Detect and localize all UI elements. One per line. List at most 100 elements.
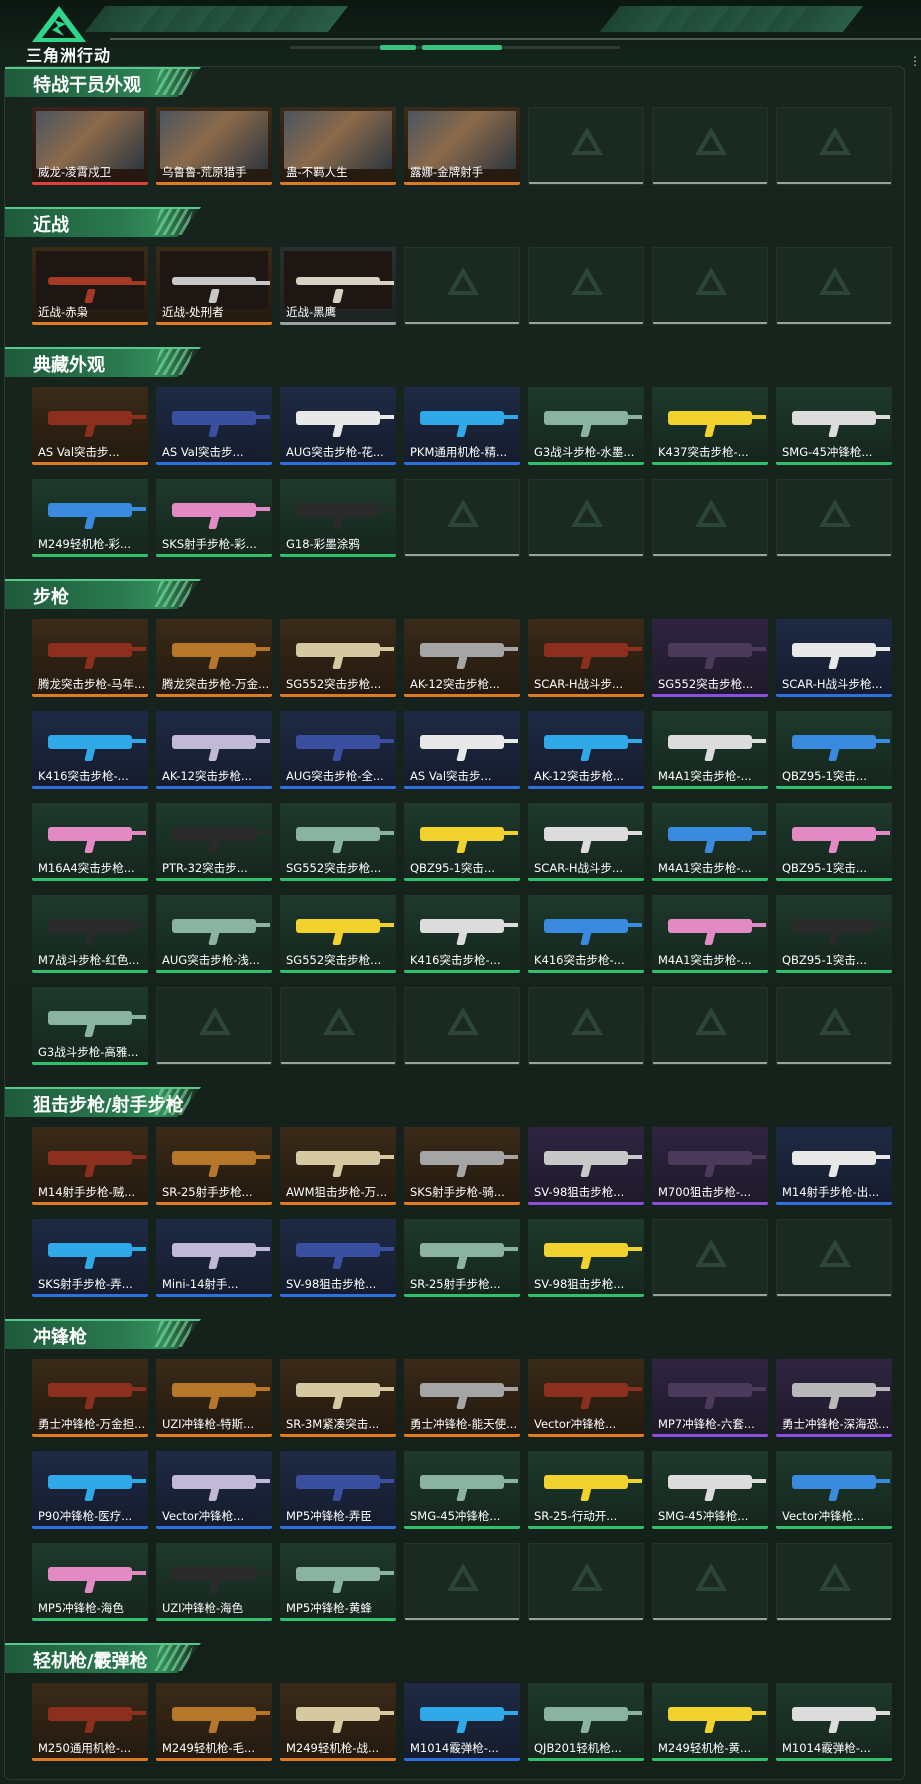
item-card[interactable]: M249轻机枪-战...	[280, 1683, 396, 1761]
item-card[interactable]: 勇士冲锋枪-万金担...	[32, 1359, 148, 1437]
item-card[interactable]: M1014霰弹枪-...	[404, 1683, 520, 1761]
rarity-bar	[652, 970, 768, 973]
item-card[interactable]: PTR-32突击步...	[156, 803, 272, 881]
item-card[interactable]: Vector冲锋枪...	[776, 1451, 892, 1529]
item-card[interactable]: SV-98狙击步枪...	[528, 1127, 644, 1205]
item-card[interactable]: SG552突击步枪...	[280, 803, 396, 881]
item-card[interactable]: MP5冲锋枪-海色	[32, 1543, 148, 1621]
item-card[interactable]: SCAR-H战斗步...	[528, 803, 644, 881]
item-card[interactable]: AUG突击步枪-全...	[280, 711, 396, 789]
item-card[interactable]: M249轻机枪-黄...	[652, 1683, 768, 1761]
item-card[interactable]: SKS射手步枪-弄...	[32, 1219, 148, 1297]
item-card[interactable]: SKS射手步枪-彩...	[156, 479, 272, 557]
item-card[interactable]: SR-25射手步枪...	[404, 1219, 520, 1297]
item-card[interactable]: M249轻机枪-毛...	[156, 1683, 272, 1761]
item-card[interactable]: SR-25-行动开...	[528, 1451, 644, 1529]
item-card[interactable]: SV-98狙击步枪...	[528, 1219, 644, 1297]
item-card[interactable]: QBZ95-1突击...	[776, 803, 892, 881]
item-card[interactable]: SV-98狙击步枪...	[280, 1219, 396, 1297]
item-card[interactable]: AUG突击步枪-浅...	[156, 895, 272, 973]
item-card[interactable]: G3战斗步枪-高雅...	[32, 987, 148, 1065]
item-card[interactable]: QBZ95-1突击...	[404, 803, 520, 881]
item-card[interactable]: M14射手步枪-出...	[776, 1127, 892, 1205]
item-card[interactable]: K416突击步枪-...	[528, 895, 644, 973]
item-card[interactable]: K437突击步枪-...	[652, 387, 768, 465]
item-card[interactable]: SG552突击步枪...	[280, 619, 396, 697]
item-name: K416突击步枪-...	[38, 769, 129, 783]
weapon-icon	[420, 919, 518, 933]
item-name: SCAR-H战斗步枪...	[782, 677, 883, 691]
item-card[interactable]: Vector冲锋枪...	[528, 1359, 644, 1437]
item-card[interactable]: MP7冲锋枪-六套...	[652, 1359, 768, 1437]
item-card[interactable]: 威龙-凌霄戍卫	[32, 107, 148, 185]
item-card[interactable]: K416突击步枪-...	[32, 711, 148, 789]
rarity-bar	[156, 1202, 272, 1205]
item-name: M700狙击步枪-...	[658, 1185, 751, 1199]
item-card[interactable]: P90冲锋枪-医疗...	[32, 1451, 148, 1529]
item-card[interactable]: AUG突击步枪-花...	[280, 387, 396, 465]
item-card[interactable]: 蛊-不羁人生	[280, 107, 396, 185]
collection-panel: 特战干员外观 威龙-凌霄戍卫 乌鲁鲁-荒原猎手 蛊-不羁人生 露娜-金牌射手 近战 近战-赤…	[4, 66, 905, 1780]
item-card[interactable]: MP5冲锋枪-黄蜂	[280, 1543, 396, 1621]
item-card[interactable]: M4A1突击步枪-...	[652, 803, 768, 881]
item-card[interactable]: UZI冲锋枪-海色	[156, 1543, 272, 1621]
item-card[interactable]: M249轻机枪-彩...	[32, 479, 148, 557]
item-card[interactable]: SG552突击步枪...	[280, 895, 396, 973]
item-name: QJB201轻机枪...	[534, 1741, 622, 1755]
item-thumbnail	[656, 1363, 766, 1421]
item-card[interactable]: SMG-45冲锋枪...	[652, 1451, 768, 1529]
delta-placeholder-icon	[571, 1007, 603, 1035]
delta-placeholder-icon	[447, 499, 479, 527]
item-card[interactable]: M16A4突击步枪...	[32, 803, 148, 881]
item-card[interactable]: K416突击步枪-...	[404, 895, 520, 973]
item-card[interactable]: QBZ95-1突击...	[776, 711, 892, 789]
item-card[interactable]: 勇士冲锋枪-能天使...	[404, 1359, 520, 1437]
item-card[interactable]: M700狙击步枪-...	[652, 1127, 768, 1205]
item-card[interactable]: M1014霰弹枪-...	[776, 1683, 892, 1761]
item-card[interactable]: SKS射手步枪-骑...	[404, 1127, 520, 1205]
item-card[interactable]: 近战-赤枭	[32, 247, 148, 325]
item-card[interactable]: SMG-45冲锋枪...	[404, 1451, 520, 1529]
item-card[interactable]: 腾龙突击步枪-马年...	[32, 619, 148, 697]
item-card[interactable]: QBZ95-1突击...	[776, 895, 892, 973]
item-name: SG552突击步枪...	[658, 677, 754, 691]
empty-slot	[652, 247, 768, 325]
item-card[interactable]: MP5冲锋枪-弄臣	[280, 1451, 396, 1529]
item-card[interactable]: AWM狙击步枪-万...	[280, 1127, 396, 1205]
item-card[interactable]: M7战斗步枪-红色...	[32, 895, 148, 973]
item-card[interactable]: SCAR-H战斗步枪...	[776, 619, 892, 697]
item-card[interactable]: 勇士冲锋枪-深海恐...	[776, 1359, 892, 1437]
item-card[interactable]: QJB201轻机枪...	[528, 1683, 644, 1761]
item-card[interactable]: 乌鲁鲁-荒原猎手	[156, 107, 272, 185]
item-card[interactable]: SMG-45冲锋枪...	[776, 387, 892, 465]
item-card[interactable]: Vector冲锋枪...	[156, 1451, 272, 1529]
item-card[interactable]: UZI冲锋枪-特斯...	[156, 1359, 272, 1437]
item-name: 蛊-不羁人生	[286, 165, 348, 179]
item-card[interactable]: AK-12突击步枪...	[404, 619, 520, 697]
item-card[interactable]: M14射手步枪-贼...	[32, 1127, 148, 1205]
rarity-bar	[776, 694, 892, 697]
item-card[interactable]: AK-12突击步枪...	[156, 711, 272, 789]
item-card[interactable]: 腾龙突击步枪-万金...	[156, 619, 272, 697]
item-card[interactable]: AS Val突击步...	[32, 387, 148, 465]
item-card[interactable]: M250通用机枪-...	[32, 1683, 148, 1761]
item-card[interactable]: SCAR-H战斗步...	[528, 619, 644, 697]
item-card[interactable]: 近战-黑鹰	[280, 247, 396, 325]
item-card[interactable]: AS Val突击步...	[156, 387, 272, 465]
item-card[interactable]: M4A1突击步枪-...	[652, 711, 768, 789]
item-card[interactable]: 露娜-金牌射手	[404, 107, 520, 185]
item-card[interactable]: Mini-14射手...	[156, 1219, 272, 1297]
item-card[interactable]: 近战-处刑者	[156, 247, 272, 325]
more-menu-icon[interactable]: ⋮	[909, 55, 921, 80]
item-card[interactable]: AS Val突击步...	[404, 711, 520, 789]
item-card[interactable]: SG552突击步枪...	[652, 619, 768, 697]
item-card[interactable]: PKM通用机枪-精...	[404, 387, 520, 465]
item-card[interactable]: G18-彩墨涂鸦	[280, 479, 396, 557]
item-name: MP5冲锋枪-黄蜂	[286, 1601, 372, 1615]
item-card[interactable]: M4A1突击步枪-...	[652, 895, 768, 973]
item-card[interactable]: SR-25射手步枪...	[156, 1127, 272, 1205]
item-card[interactable]: G3战斗步枪-水墨...	[528, 387, 644, 465]
empty-slot	[404, 1543, 520, 1621]
item-card[interactable]: AK-12突击步枪...	[528, 711, 644, 789]
item-card[interactable]: SR-3M紧凑突击...	[280, 1359, 396, 1437]
